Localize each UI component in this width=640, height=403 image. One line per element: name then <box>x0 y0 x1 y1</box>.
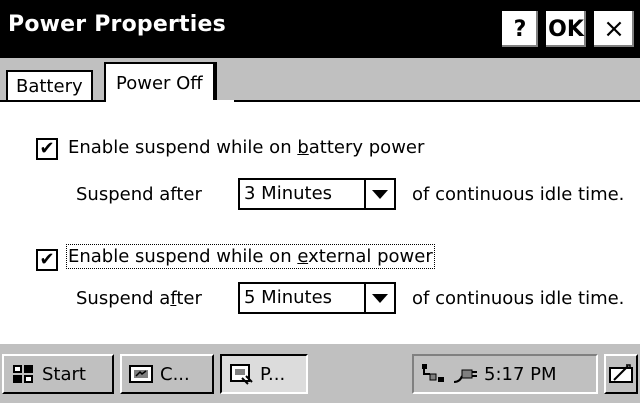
battery-suspend-checkbox[interactable]: ✔ <box>36 138 58 160</box>
battery-suspend-after-label: Suspend after <box>76 184 202 205</box>
control-panel-icon <box>129 365 153 383</box>
task2-label: P... <box>260 363 286 385</box>
tab-strip: Battery Power Off <box>0 58 640 102</box>
start-label: Start <box>42 363 86 385</box>
ac-power-plug-icon[interactable] <box>452 362 478 386</box>
battery-idle-suffix: of continuous idle time. <box>412 184 625 205</box>
battery-suspend-label[interactable]: Enable suspend while on battery power <box>68 137 424 158</box>
power-off-panel: ✔ Enable suspend while on battery power … <box>0 102 640 342</box>
external-suspend-checkbox[interactable]: ✔ <box>36 249 58 271</box>
input-panel-button[interactable] <box>604 354 638 394</box>
taskbar-item-control-panel[interactable]: C... <box>120 354 214 394</box>
close-button[interactable]: × <box>592 9 636 49</box>
start-button[interactable]: Start <box>2 354 114 394</box>
task1-label: C... <box>160 363 190 385</box>
checkmark-icon: ✔ <box>39 138 55 159</box>
input-panel-icon <box>609 364 633 383</box>
power-properties-icon <box>230 364 253 385</box>
external-suspend-label[interactable]: Enable suspend while on external power <box>66 244 435 269</box>
tab-battery[interactable]: Battery <box>6 70 93 100</box>
title-bar: Power Properties ? OK × <box>0 0 640 58</box>
ok-button[interactable]: OK <box>544 9 588 49</box>
help-button[interactable]: ? <box>500 9 540 49</box>
system-tray: 5:17 PM <box>412 354 598 394</box>
dropdown-arrow-icon[interactable] <box>364 180 394 208</box>
external-idle-suffix: of continuous idle time. <box>412 288 625 309</box>
dropdown-arrow-icon[interactable] <box>364 284 394 312</box>
checkmark-icon: ✔ <box>39 249 55 270</box>
clock[interactable]: 5:17 PM <box>484 364 557 385</box>
external-timeout-select[interactable]: 5 Minutes <box>238 282 396 314</box>
network-connection-icon[interactable] <box>420 362 446 386</box>
battery-timeout-select[interactable]: 3 Minutes <box>238 178 396 210</box>
battery-timeout-value: 3 Minutes <box>244 183 333 204</box>
external-suspend-after-label: Suspend after <box>76 288 202 309</box>
windows-flag-icon <box>13 365 33 383</box>
tab-power-off[interactable]: Power Off <box>104 62 217 102</box>
taskbar-item-power-properties[interactable]: P... <box>220 354 308 394</box>
taskbar: Start C... P... 5:17 PM <box>0 342 640 403</box>
external-timeout-value: 5 Minutes <box>244 287 333 308</box>
window-title: Power Properties <box>8 12 226 37</box>
